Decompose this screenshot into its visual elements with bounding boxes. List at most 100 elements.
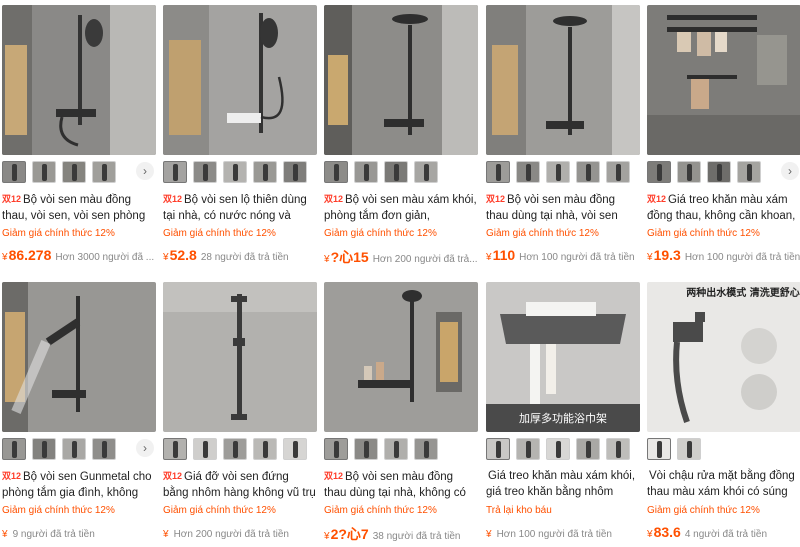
product-photo xyxy=(324,282,478,432)
product-image[interactable] xyxy=(163,282,317,432)
product-price: ¥86.278 xyxy=(2,247,52,263)
product-title[interactable]: 双12 Giá treo khăn màu xám đồng thau, khôn… xyxy=(647,191,800,223)
product-card[interactable]: 双12 Bộ vòi sen màu đồng thau dùng tại nhà… xyxy=(324,282,478,542)
thumbnail[interactable] xyxy=(576,161,600,183)
product-photo xyxy=(163,5,317,155)
product-price: ¥110 xyxy=(486,247,516,263)
thumbnail[interactable] xyxy=(283,161,307,183)
product-title[interactable]: 双12 Giá đỡ vòi sen đứng bằng nhôm hàng kh… xyxy=(163,468,317,500)
thumbnail[interactable] xyxy=(2,438,26,460)
product-card[interactable]: 双12 Bộ vòi sen màu đồng thau dùng tại nhà… xyxy=(486,5,640,265)
product-title[interactable]: 双12 Bộ vòi sen màu đồng thau dùng tại nhà… xyxy=(324,468,478,500)
product-image[interactable] xyxy=(2,5,156,155)
chevron-right-icon[interactable]: › xyxy=(136,439,154,457)
product-card[interactable]: 两种出水模式 清洗更舒心 Vòi chậu rửa mặt bằng đồng … xyxy=(647,282,800,542)
thumbnail[interactable] xyxy=(223,438,247,460)
thumbnail[interactable] xyxy=(516,161,540,183)
thumbnail[interactable] xyxy=(606,161,630,183)
product-title[interactable]: 双12 Bộ vòi sen màu xám khói, phòng tắm đơ… xyxy=(324,191,478,223)
thumbnail[interactable] xyxy=(414,161,438,183)
price-row: ¥2?心7 38 người đã trả tiền xyxy=(324,524,478,542)
price-row: ¥83.6 4 người đã trả tiền xyxy=(647,524,800,542)
thumbnail[interactable] xyxy=(163,438,187,460)
product-title[interactable]: 双12 Bộ vòi sen Gunmetal cho phòng tắm gia… xyxy=(2,468,156,500)
discount-label: Giảm giá chính thức 12% xyxy=(2,505,115,516)
promo-tag: 双12 xyxy=(647,194,667,204)
product-price: ¥ xyxy=(2,529,8,540)
product-price: ¥ xyxy=(163,529,169,540)
thumbnail[interactable] xyxy=(546,438,570,460)
product-image[interactable]: 两种出水模式 清洗更舒心 xyxy=(647,282,800,432)
product-title[interactable]: Giá treo khăn màu xám khói, giá treo khă… xyxy=(486,468,640,500)
sold-count: 28 người đã trả tiền xyxy=(200,252,289,263)
product-title[interactable]: 双12 Bộ vòi sen màu đồng thau dùng tại nhà… xyxy=(486,191,640,223)
thumbnail[interactable] xyxy=(414,438,438,460)
promo-tag: 双12 xyxy=(163,471,183,481)
thumbnail[interactable] xyxy=(384,161,408,183)
thumbnail[interactable] xyxy=(486,161,510,183)
thumbnail-strip xyxy=(163,161,317,183)
thumbnail[interactable] xyxy=(223,161,247,183)
sold-count: Hơn 100 người đã trả tiền xyxy=(496,529,612,540)
product-photo xyxy=(163,282,317,432)
thumbnail[interactable] xyxy=(486,438,510,460)
thumbnail[interactable] xyxy=(647,438,671,460)
chevron-right-icon[interactable]: › xyxy=(781,162,799,180)
thumbnail[interactable] xyxy=(62,161,86,183)
thumbnail[interactable] xyxy=(546,161,570,183)
product-card[interactable]: 加厚多功能浴巾架 Giá treo khăn màu xám khói, giá… xyxy=(486,282,640,542)
thumbnail[interactable] xyxy=(737,161,761,183)
product-title[interactable]: 双12 Bộ vòi sen màu đồng thau, vòi sen, vò… xyxy=(2,191,156,223)
product-image[interactable] xyxy=(324,282,478,432)
chevron-right-icon[interactable]: › xyxy=(136,162,154,180)
product-image[interactable] xyxy=(324,5,478,155)
thumbnail[interactable] xyxy=(354,438,378,460)
thumbnail[interactable] xyxy=(32,161,56,183)
product-card[interactable]: › 双12 Giá treo khăn màu xám đồng thau, kh… xyxy=(647,5,800,265)
thumbnail[interactable] xyxy=(92,438,116,460)
discount-label: Giảm giá chính thức 12% xyxy=(163,505,276,516)
thumbnail[interactable] xyxy=(253,438,277,460)
product-card[interactable]: › 双12 Bộ vòi sen màu đồng thau, vòi sen, … xyxy=(2,5,156,265)
thumbnail[interactable] xyxy=(283,438,307,460)
promo-tag: 双12 xyxy=(324,471,344,481)
product-image[interactable] xyxy=(486,5,640,155)
thumbnail[interactable] xyxy=(606,438,630,460)
product-title[interactable]: Vòi chậu rửa mặt bằng đồng thau màu xám … xyxy=(647,468,800,500)
discount-label: Giảm giá chính thức 12% xyxy=(2,228,115,239)
product-card[interactable]: 双12 Bộ vòi sen màu xám khói, phòng tắm đơ… xyxy=(324,5,478,265)
thumbnail[interactable] xyxy=(92,161,116,183)
thumbnail[interactable] xyxy=(32,438,56,460)
thumbnail[interactable] xyxy=(354,161,378,183)
thumbnail[interactable] xyxy=(193,161,217,183)
thumbnail[interactable] xyxy=(163,161,187,183)
thumbnail[interactable] xyxy=(647,161,671,183)
sold-count: Hơn 3000 người đã ... xyxy=(55,252,155,263)
product-image[interactable] xyxy=(2,282,156,432)
thumbnail[interactable] xyxy=(324,161,348,183)
thumbnail[interactable] xyxy=(193,438,217,460)
thumbnail[interactable] xyxy=(62,438,86,460)
thumbnail[interactable] xyxy=(707,161,731,183)
promo-tag: 双12 xyxy=(324,194,344,204)
thumbnail[interactable] xyxy=(677,161,701,183)
promo-tag: 双12 xyxy=(2,471,22,481)
product-card[interactable]: › 双12 Bộ vòi sen Gunmetal cho phòng tắm g… xyxy=(2,282,156,542)
product-photo xyxy=(324,5,478,155)
thumbnail[interactable] xyxy=(516,438,540,460)
thumbnail[interactable] xyxy=(253,161,277,183)
thumbnail[interactable] xyxy=(384,438,408,460)
promo-tag: 双12 xyxy=(2,194,22,204)
sold-count: 38 người đã trả tiền xyxy=(372,531,461,542)
thumbnail[interactable] xyxy=(2,161,26,183)
thumbnail[interactable] xyxy=(324,438,348,460)
thumbnail[interactable] xyxy=(677,438,701,460)
product-image[interactable] xyxy=(163,5,317,155)
product-card[interactable]: 双12 Giá đỡ vòi sen đứng bằng nhôm hàng kh… xyxy=(163,282,317,542)
thumbnail[interactable] xyxy=(576,438,600,460)
product-card[interactable]: 双12 Bộ vòi sen lộ thiên dùng tại nhà, có … xyxy=(163,5,317,265)
thumbnail-strip: › xyxy=(647,161,800,183)
product-image[interactable]: 加厚多功能浴巾架 xyxy=(486,282,640,432)
product-image[interactable] xyxy=(647,5,800,155)
product-title[interactable]: 双12 Bộ vòi sen lộ thiên dùng tại nhà, có … xyxy=(163,191,317,223)
